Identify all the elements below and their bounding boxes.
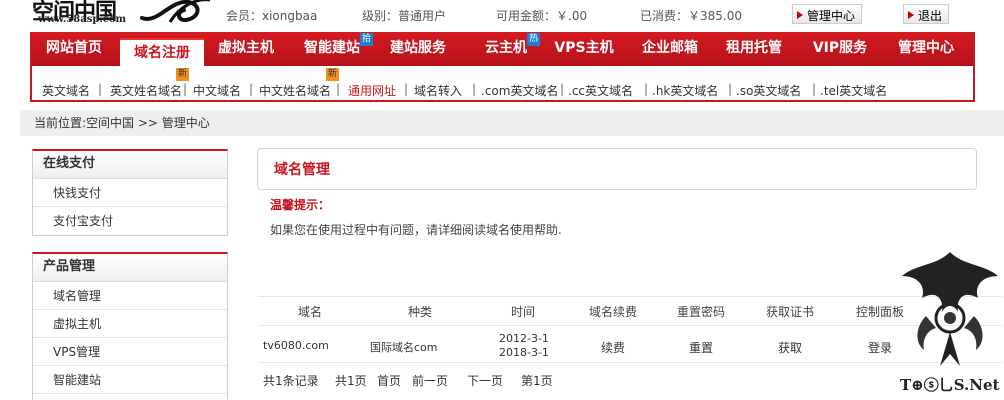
subnav-item-en-name-domain[interactable]: 英文姓名域名 (110, 82, 182, 99)
sidebar-item-domain-manage[interactable]: 域名管理 (33, 282, 227, 310)
nav-item-email[interactable]: 企业邮箱 (628, 32, 712, 66)
member-level: 级别：普通用户 (362, 9, 447, 23)
nav-item-domain[interactable]: 域名注册 (120, 38, 204, 66)
manage-center-button[interactable]: 管理中心 (792, 4, 863, 24)
subnav-separator: | (728, 82, 733, 96)
logo-url: www.58asp.com (38, 14, 127, 25)
subnav-tag-new: 新 (326, 68, 340, 81)
nav-item-home[interactable]: 网站首页 (32, 32, 116, 66)
sidebar-products: 产品管理 域名管理 虚拟主机 VPS管理 智能建站 (32, 252, 228, 400)
sidebar-item-smart-site[interactable]: 智能建站 (33, 366, 227, 394)
sidebar-item-alipay[interactable]: 支付宝支付 (33, 207, 227, 235)
col-header-domain: 域名 (298, 305, 323, 319)
subnav-tag-new: 新 (176, 68, 190, 81)
sub-nav: 英文域名 | 英文姓名域名 新 | 中文域名 | 中文姓名域名 新 | 通用网址… (32, 68, 973, 100)
panel-login-link[interactable]: 登录 (868, 339, 892, 356)
nav-item-manage[interactable]: 管理中心 (884, 32, 968, 66)
pager-total: 共1条记录 (263, 374, 319, 388)
site-logo[interactable]: 空间中国 www.58asp.com (28, 0, 210, 28)
subnav-separator: | (249, 82, 254, 96)
subnav-separator: | (336, 82, 341, 96)
subnav-item-general-url[interactable]: 通用网址 (348, 82, 396, 99)
page-title: 域名管理 (274, 162, 330, 178)
nav-item-site-service[interactable]: 建站服务 (376, 32, 460, 66)
subnav-item-cn-name-domain[interactable]: 中文姓名域名 (259, 82, 331, 99)
subnav-item-hk[interactable]: .hk英文域名 (652, 82, 718, 99)
renew-link[interactable]: 续费 (601, 339, 625, 356)
subnav-separator: | (644, 82, 649, 96)
pager-first[interactable]: 首页 (377, 372, 401, 389)
subnav-item-cn-domain[interactable]: 中文域名 (193, 82, 241, 99)
nav-bar: 网站首页 域名注册 虚拟主机 智能建站 拾 建站服务 云主机 热 VPS主机 企… (32, 32, 973, 66)
cell-date-start: 2012-3-1 (499, 332, 549, 345)
table-divider (258, 325, 1003, 326)
available-balance: 可用金额：￥.00 (496, 9, 588, 23)
subnav-separator: | (560, 82, 565, 96)
tip-title: 温馨提示： (270, 198, 331, 212)
sidebar-products-title: 产品管理 (33, 254, 227, 282)
get-cert-link[interactable]: 获取 (778, 339, 802, 356)
reset-password-link[interactable]: 重置 (689, 339, 713, 356)
top-header: 空间中国 www.58asp.com 会员：xiongbaa 级别：普通用户 可… (0, 0, 1004, 30)
nav-tag-smart-site: 拾 (360, 33, 374, 46)
member-name: 会员：xiongbaa (226, 9, 318, 23)
subnav-separator: | (404, 82, 409, 96)
watermark-text: T⊕ⓢ乚S.Net (900, 376, 1000, 394)
watermark: T⊕ⓢ乚S.Net (896, 246, 1004, 400)
subnav-item-en-domain[interactable]: 英文域名 (42, 82, 90, 99)
cell-domain: tv6080.com (263, 339, 329, 352)
subnav-item-cc[interactable]: .cc英文域名 (568, 82, 633, 99)
sidebar-item-kuaiqian[interactable]: 快钱支付 (33, 179, 227, 207)
logout-button[interactable]: 退出 (903, 4, 950, 24)
sidebar-payment-title: 在线支付 (33, 151, 227, 179)
nav-item-vps[interactable]: VPS主机 (542, 32, 626, 66)
subnav-separator: | (98, 82, 103, 96)
table-divider (258, 362, 1003, 363)
subnav-item-so[interactable]: .so英文域名 (736, 82, 801, 99)
nav-item-vip[interactable]: VIP服务 (798, 32, 882, 66)
subnav-separator: | (183, 82, 188, 96)
col-header-reset: 重置密码 (677, 305, 726, 319)
content-header-panel: 域名管理 (257, 148, 977, 190)
subnav-item-transfer[interactable]: 域名转入 (414, 82, 462, 99)
sidebar-payment: 在线支付 快钱支付 支付宝支付 (32, 149, 228, 236)
total-spent: 已消费：￥385.00 (640, 9, 742, 23)
table-divider (258, 296, 1003, 297)
nav-item-virtual-host[interactable]: 虚拟主机 (204, 32, 288, 66)
nav-tag-cloud-host: 热 (527, 33, 541, 46)
subnav-item-tel[interactable]: .tel英文域名 (820, 82, 887, 99)
pager-current: 第1页 (521, 374, 553, 388)
pager-next[interactable]: 下一页 (467, 372, 503, 389)
subnav-separator: | (812, 82, 817, 96)
pager-prev[interactable]: 前一页 (412, 372, 448, 389)
breadcrumb: 当前位置:空间中国 >> 管理中心 (20, 110, 1004, 136)
col-header-time: 时间 (511, 305, 536, 319)
cell-type: 国际域名com (370, 341, 438, 354)
sidebar-item-vps[interactable]: VPS管理 (33, 338, 227, 366)
logo-swirl-icon (140, 0, 210, 23)
dragon-emblem-icon (902, 252, 998, 366)
main-nav: 网站首页 域名注册 虚拟主机 智能建站 拾 建站服务 云主机 热 VPS主机 企… (30, 32, 975, 102)
pager-pages: 共1页 (335, 374, 367, 388)
col-header-type: 种类 (408, 305, 433, 319)
cell-date-end: 2018-3-1 (499, 346, 549, 359)
sidebar-item-virtual-host[interactable]: 虚拟主机 (33, 310, 227, 338)
nav-item-hosting[interactable]: 租用托管 (712, 32, 796, 66)
col-header-cert: 获取证书 (766, 305, 815, 319)
subnav-separator: | (472, 82, 477, 96)
col-header-renew: 域名续费 (589, 305, 638, 319)
tip-text: 如果您在使用过程中有问题，请详细阅读域名使用帮助. (270, 223, 562, 237)
subnav-item-com[interactable]: .com英文域名 (481, 82, 558, 99)
